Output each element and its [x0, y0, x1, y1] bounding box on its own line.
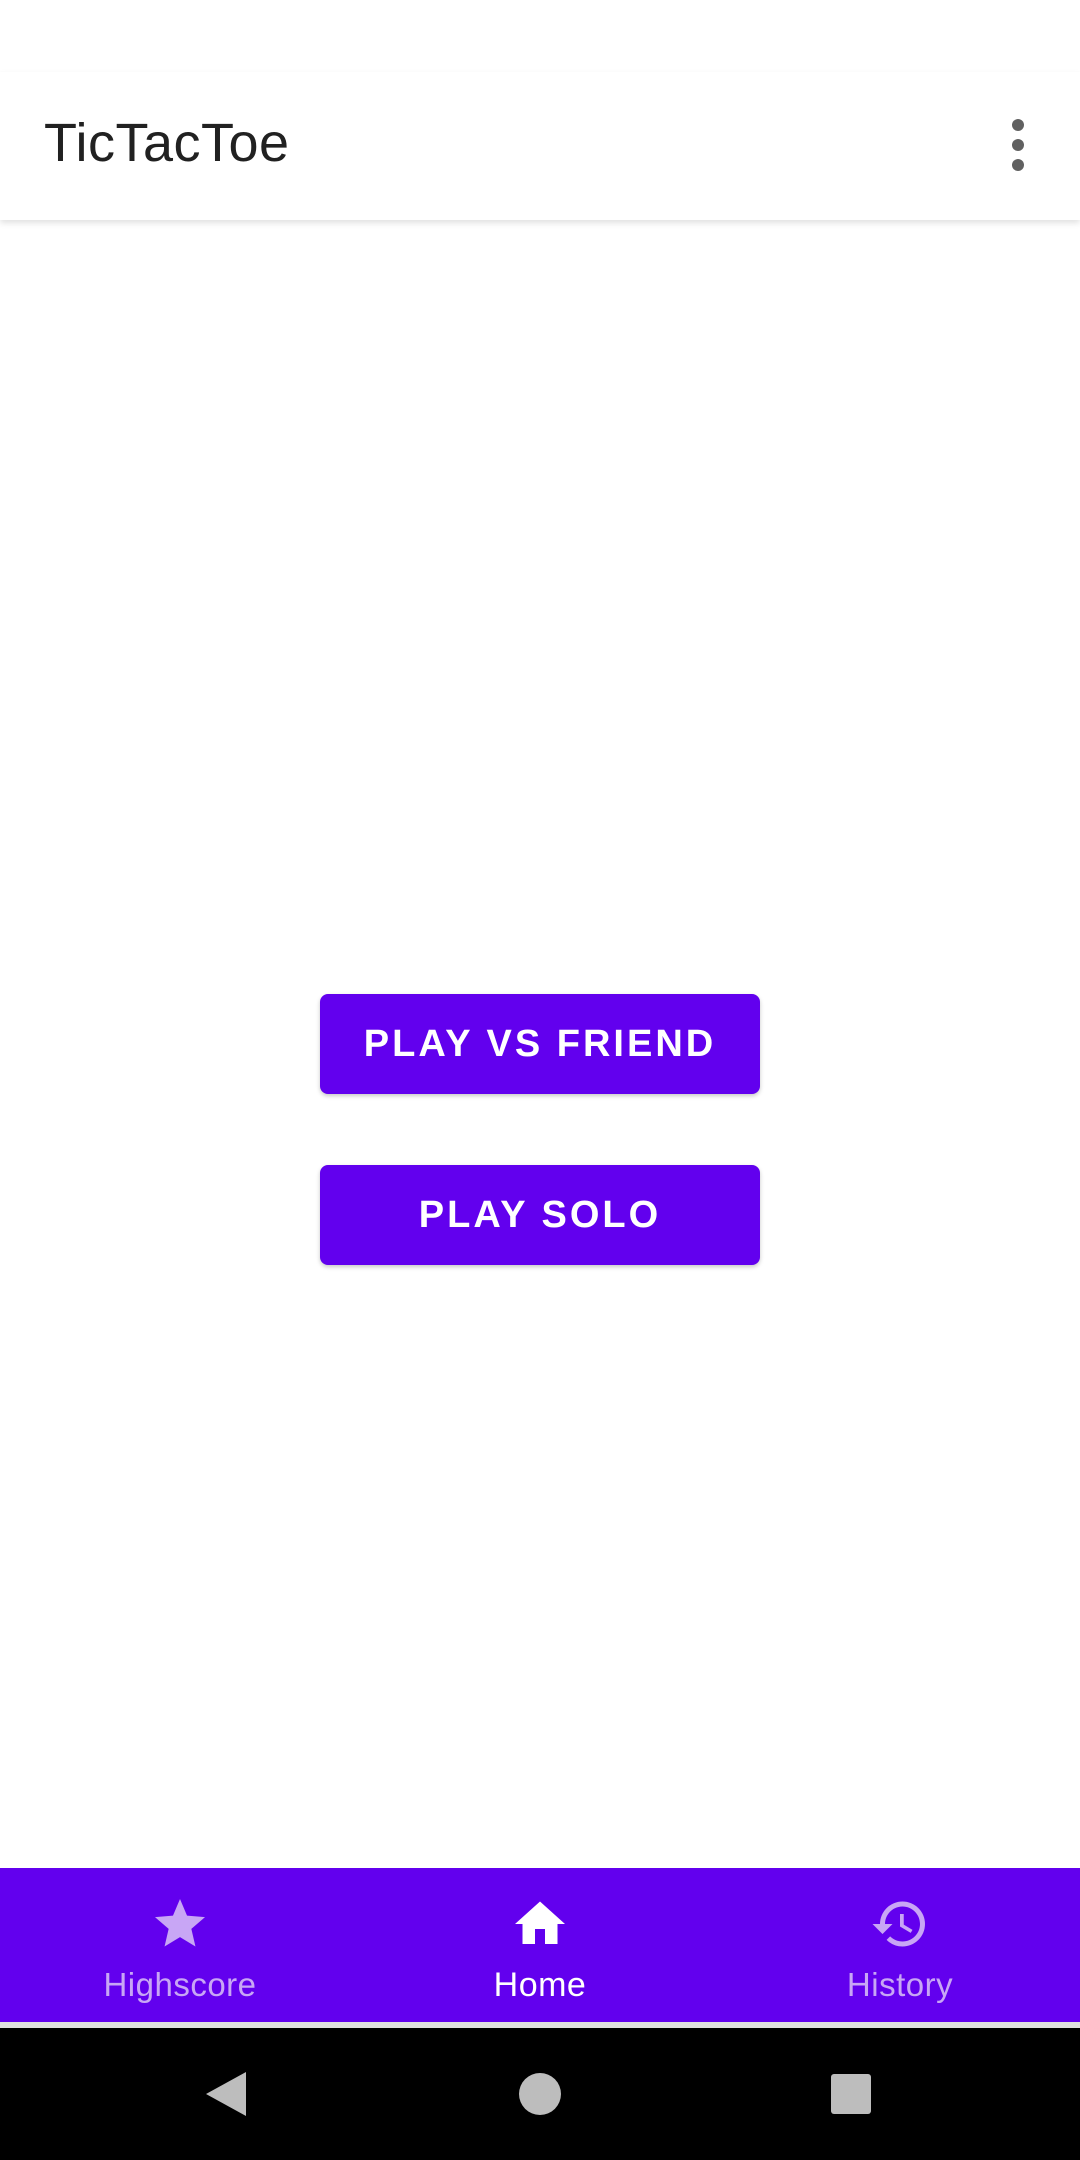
menu-dot — [1012, 119, 1024, 131]
back-triangle-icon[interactable] — [196, 2064, 256, 2124]
star-icon — [155, 1899, 205, 1947]
nav-item-home[interactable]: Home — [360, 1868, 720, 2022]
nav-item-highscore[interactable]: Highscore — [0, 1868, 360, 2022]
play-solo-button[interactable]: PLAY SOLO — [320, 1165, 760, 1265]
nav-label-home: Home — [493, 1966, 587, 2004]
nav-item-history[interactable]: History — [720, 1868, 1080, 2022]
more-vert-icon[interactable] — [990, 112, 1046, 178]
screen: TicTacToe PLAY VS FRIEND PLAY SOLO Highs… — [0, 0, 1080, 2160]
app-title: TicTacToe — [44, 113, 290, 173]
bottom-navigation: Highscore Home History — [0, 1868, 1080, 2022]
system-navigation-bar — [0, 2028, 1080, 2160]
history-icon — [872, 1901, 925, 1947]
recents-square-icon[interactable] — [821, 2064, 881, 2124]
nav-label-highscore: Highscore — [103, 1966, 257, 2003]
home-icon — [515, 1901, 565, 1944]
menu-dot — [1012, 159, 1024, 171]
status-bar — [0, 0, 1080, 72]
home-circle-icon[interactable] — [510, 2064, 570, 2124]
play-vs-friend-button[interactable]: PLAY VS FRIEND — [320, 994, 760, 1094]
menu-dot — [1012, 139, 1024, 151]
nav-label-history: History — [846, 1966, 954, 2003]
app-bar: TicTacToe — [0, 72, 1080, 220]
main-content: PLAY VS FRIEND PLAY SOLO — [0, 220, 1080, 1868]
